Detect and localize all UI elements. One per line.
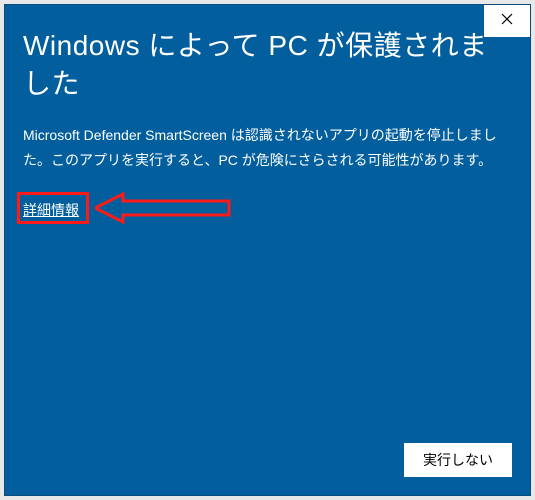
dialog-body: Microsoft Defender SmartScreen は認識されないアプ…: [23, 123, 521, 172]
dialog-title: Windows によって PC が保護されました: [23, 27, 513, 103]
annotation-arrow: [95, 192, 235, 224]
smartscreen-dialog: Windows によって PC が保護されました Microsoft Defen…: [4, 4, 531, 496]
more-info-link[interactable]: 詳細情報: [23, 200, 79, 220]
dont-run-button[interactable]: 実行しない: [404, 443, 512, 477]
